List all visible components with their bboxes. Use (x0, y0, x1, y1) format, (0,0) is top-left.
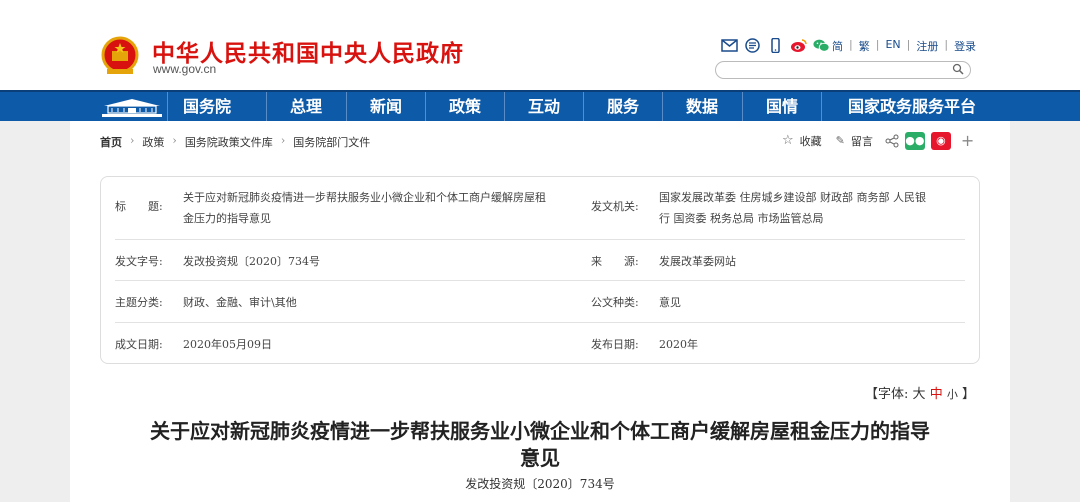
meta-issuer-value: 国家发展改革委 住房城乡建设部 财政部 商务部 人民银 行 国资委 税务总局 市… (659, 187, 969, 229)
meta-row: 主题分类: 财政、金融、审计\其他 公文种类: 意见 (115, 280, 965, 323)
mobile-icon[interactable] (767, 37, 784, 53)
register-link[interactable]: 注册 (916, 38, 938, 54)
font-size-medium-button[interactable]: 中 (930, 387, 943, 402)
chevron-right-icon: › (172, 134, 177, 147)
main-nav: 国务院 总理 新闻 政策 互动 服务 数据 国情 国家政务服务平台 (0, 90, 1080, 121)
tool-icons (721, 37, 830, 53)
meta-label: 发文字号: (115, 255, 163, 268)
search-input[interactable] (715, 61, 971, 79)
chevron-right-icon: › (130, 134, 135, 147)
meta-label: 来 源: (591, 255, 639, 268)
pencil-icon[interactable]: ✎ (836, 134, 845, 147)
wechat-icon[interactable] (813, 38, 830, 53)
rss-icon[interactable] (744, 37, 761, 53)
meta-label: 主题分类: (115, 296, 163, 309)
star-icon[interactable]: ☆ (782, 133, 794, 148)
nav-item-interaction[interactable]: 互动 (504, 92, 583, 121)
home-building-icon[interactable] (98, 94, 166, 120)
nav-item-policy[interactable]: 政策 (425, 92, 504, 121)
meta-pub-value: 2020年 (659, 338, 698, 351)
meta-label: 公文种类: (591, 296, 639, 309)
meta-docno-value: 发改投资规〔2020〕734号 (183, 255, 320, 268)
share-toolbar: ☆ 收藏 ✎ 留言 ●● ◉ + (782, 131, 974, 150)
meta-row: 成文日期: 2020年05月09日 发布日期: 2020年 (115, 322, 965, 363)
meta-type-value: 意见 (659, 296, 681, 309)
meta-row: 发文字号: 发改投资规〔2020〕734号 来 源: 发展改革委网站 (115, 239, 965, 281)
site-url[interactable]: www.gov.cn (153, 62, 216, 76)
breadcrumb-home[interactable]: 首页 (100, 134, 122, 150)
meta-title-line1: 关于应对新冠肺炎疫情进一步帮扶服务业小微企业和个体工商户缓解房屋租 (183, 191, 546, 204)
weibo-icon[interactable] (790, 38, 807, 53)
font-size-label: 【字体: (865, 387, 909, 402)
nav-item-data[interactable]: 数据 (662, 92, 741, 121)
nav-item-service-platform[interactable]: 国家政务服务平台 (821, 92, 1002, 121)
breadcrumb-policy-library[interactable]: 国务院政策文件库 (185, 134, 273, 150)
document-title-line1: 关于应对新冠肺炎疫情进一步帮扶服务业小微企业和个体工商户缓解房屋租金压力的指导 (150, 419, 930, 443)
meta-label: 发布日期: (591, 338, 639, 351)
font-size-control: 【字体: 大 中 小 】 (865, 383, 975, 402)
meta-title-value: 关于应对新冠肺炎疫情进一步帮扶服务业小微企业和个体工商户缓解房屋租 金压力的指导… (183, 187, 583, 229)
main-content: 首页 › 政策 › 国务院政策文件库 › 国务院部门文件 ☆ 收藏 ✎ 留言 ●… (70, 121, 1010, 502)
wechat-share-icon[interactable]: ●● (904, 131, 925, 150)
breadcrumb: 首页 › 政策 › 国务院政策文件库 › 国务院部门文件 (100, 134, 370, 150)
lang-traditional-link[interactable]: 繁 (859, 38, 870, 54)
document-meta-table: 标 题: 关于应对新冠肺炎疫情进一步帮扶服务业小微企业和个体工商户缓解房屋租 金… (100, 176, 980, 364)
national-emblem-icon[interactable] (101, 36, 139, 76)
separator: | (875, 38, 880, 51)
meta-title-line2: 金压力的指导意见 (183, 212, 271, 225)
site-header: 中华人民共和国中央人民政府 www.gov.cn 简 | 繁 | EN | 注册… (0, 0, 1080, 90)
meta-date-value: 2020年05月09日 (183, 338, 272, 351)
nav-item-services[interactable]: 服务 (583, 92, 662, 121)
document-title-line2: 意见 (520, 446, 560, 470)
document-title: 关于应对新冠肺炎疫情进一步帮扶服务业小微企业和个体工商户缓解房屋租金压力的指导 … (130, 418, 950, 472)
font-size-large-button[interactable]: 大 (913, 387, 926, 402)
lang-simplified-link[interactable]: 简 (832, 38, 843, 54)
meta-issuer-line2: 行 国资委 税务总局 市场监管总局 (659, 212, 824, 225)
breadcrumb-dept-docs[interactable]: 国务院部门文件 (293, 134, 370, 150)
meta-label: 标 题: (115, 200, 163, 213)
meta-row: 标 题: 关于应对新冠肺炎疫情进一步帮扶服务业小微企业和个体工商户缓解房屋租 金… (115, 177, 965, 240)
nav-item-premier[interactable]: 总理 (266, 92, 345, 121)
share-icon[interactable] (885, 134, 899, 148)
font-size-small-button[interactable]: 小 (947, 388, 958, 401)
nav-item-news[interactable]: 新闻 (346, 92, 425, 121)
separator: | (944, 38, 949, 51)
lang-english-link[interactable]: EN (885, 38, 900, 54)
meta-label: 发文机关: (591, 200, 639, 213)
nav-item-national-info[interactable]: 国情 (742, 92, 821, 121)
chevron-right-icon: › (280, 134, 286, 147)
document-number: 发改投资规〔2020〕734号 (465, 477, 615, 491)
breadcrumb-policy[interactable]: 政策 (142, 134, 164, 150)
nav-item-guowuyuan[interactable]: 国务院 (167, 92, 246, 121)
meta-issuer-line1: 国家发展改革委 住房城乡建设部 财政部 商务部 人民银 (659, 191, 926, 204)
separator: | (906, 38, 911, 51)
mail-icon[interactable] (721, 38, 738, 53)
meta-source-value: 发展改革委网站 (659, 255, 736, 268)
weibo-share-icon[interactable]: ◉ (930, 131, 951, 150)
comment-link[interactable]: 留言 (851, 133, 873, 149)
plus-icon[interactable]: + (961, 131, 974, 150)
font-size-bracket: 】 (961, 387, 975, 402)
collect-link[interactable]: 收藏 (800, 133, 822, 149)
meta-topic-value: 财政、金融、审计\其他 (183, 296, 297, 309)
language-links: 简 | 繁 | EN | 注册 | 登录 (832, 38, 976, 54)
separator: | (849, 38, 853, 51)
login-link[interactable]: 登录 (954, 38, 976, 54)
meta-label: 成文日期: (115, 338, 163, 351)
search-icon[interactable] (952, 63, 964, 75)
